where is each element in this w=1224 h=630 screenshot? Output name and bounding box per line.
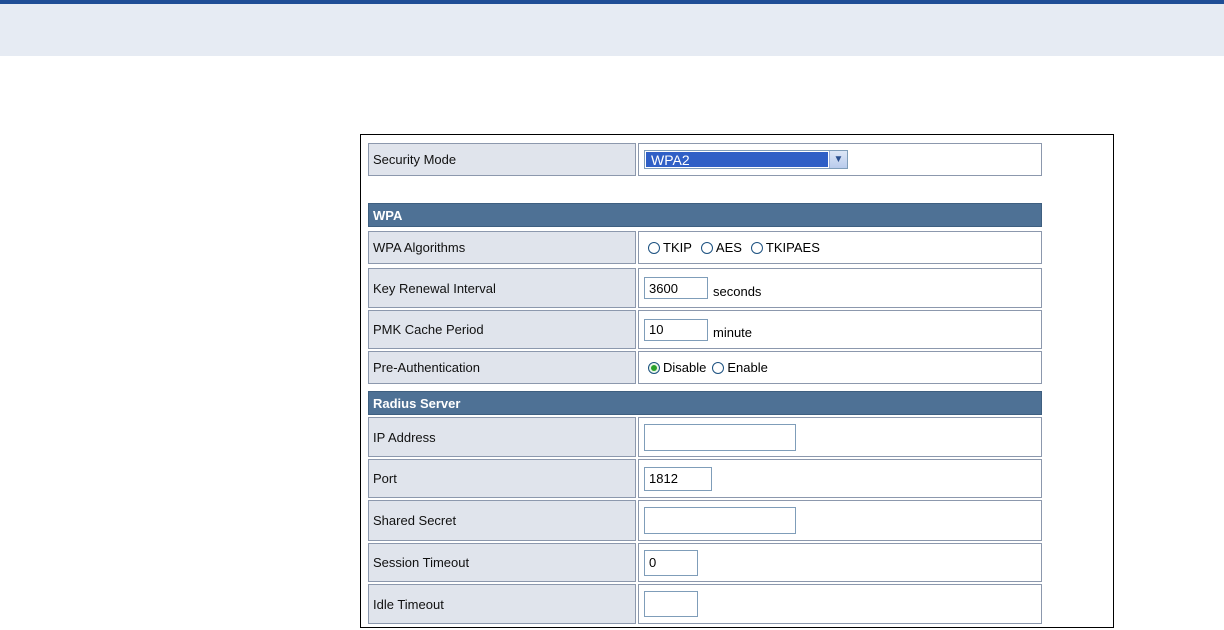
pmk-cache-unit: minute [713, 325, 753, 340]
pre-auth-row: Pre-Authentication Disable Enable [368, 351, 1042, 384]
key-renewal-input[interactable] [644, 277, 708, 299]
wpa-algorithms-cell: TKIP AES TKIPAES [638, 231, 1042, 264]
shared-secret-input[interactable] [644, 507, 796, 534]
session-timeout-input[interactable] [644, 549, 698, 576]
key-renewal-row: Key Renewal Interval seconds [368, 268, 1042, 308]
idle-timeout-label: Idle Timeout [368, 584, 636, 624]
radio-disable-label: Disable [663, 360, 707, 375]
shared-secret-cell [638, 500, 1042, 541]
session-timeout-cell [638, 543, 1042, 582]
security-mode-label: Security Mode [368, 143, 636, 176]
radio-aes[interactable]: AES [700, 240, 742, 255]
radio-tkipaes-label: TKIPAES [765, 240, 820, 255]
security-mode-row: Security Mode WPA2 ▼ [368, 143, 1042, 176]
chevron-down-icon[interactable]: ▼ [829, 151, 847, 168]
port-input[interactable] [644, 466, 712, 491]
port-label: Port [368, 459, 636, 498]
radio-enable-label: Enable [727, 360, 768, 375]
shared-secret-label: Shared Secret [368, 500, 636, 541]
port-cell [638, 459, 1042, 498]
section-wpa: WPA [368, 203, 1042, 227]
session-timeout-row: Session Timeout [368, 543, 1042, 582]
ip-address-input[interactable] [644, 423, 796, 451]
pre-auth-cell: Disable Enable [638, 351, 1042, 384]
wpa-algorithms-row: WPA Algorithms TKIP AES TKIPAES [368, 231, 1042, 264]
pmk-cache-input[interactable] [644, 318, 708, 341]
pmk-cache-row: PMK Cache Period minute [368, 310, 1042, 349]
security-mode-cell: WPA2 ▼ [638, 143, 1042, 176]
radio-tkip[interactable]: TKIP [648, 240, 692, 255]
wireless-security-panel: Security Mode WPA2 ▼ WPA WPA Algorithms … [360, 134, 1114, 628]
idle-timeout-input[interactable] [644, 591, 698, 617]
key-renewal-unit: seconds [713, 283, 762, 299]
radio-disable[interactable]: Disable [648, 360, 706, 375]
radio-button-icon[interactable] [750, 241, 763, 254]
shared-secret-row: Shared Secret [368, 500, 1042, 541]
ip-address-label: IP Address [368, 417, 636, 457]
radio-enable[interactable]: Enable [712, 360, 768, 375]
radio-button-icon[interactable] [648, 241, 660, 254]
header-band [0, 4, 1224, 56]
security-mode-select[interactable]: WPA2 ▼ [644, 150, 848, 169]
security-mode-value: WPA2 [646, 152, 828, 168]
key-renewal-cell: seconds [638, 268, 1042, 308]
radio-aes-label: AES [715, 240, 742, 255]
key-renewal-label: Key Renewal Interval [368, 268, 636, 308]
radio-button-icon[interactable] [700, 241, 713, 254]
pmk-cache-cell: minute [638, 310, 1042, 349]
idle-timeout-cell [638, 584, 1042, 624]
idle-timeout-row: Idle Timeout [368, 584, 1042, 624]
radio-button-icon[interactable] [712, 361, 725, 374]
pre-auth-label: Pre-Authentication [368, 351, 636, 384]
port-row: Port [368, 459, 1042, 498]
radio-tkipaes[interactable]: TKIPAES [750, 240, 820, 255]
pmk-cache-label: PMK Cache Period [368, 310, 636, 349]
ip-address-row: IP Address [368, 417, 1042, 457]
section-radius-server: Radius Server [368, 391, 1042, 415]
wpa-algorithms-label: WPA Algorithms [368, 231, 636, 264]
radio-tkip-label: TKIP [663, 240, 692, 255]
session-timeout-label: Session Timeout [368, 543, 636, 582]
radio-button-icon[interactable] [648, 361, 660, 374]
ip-address-cell [638, 417, 1042, 457]
